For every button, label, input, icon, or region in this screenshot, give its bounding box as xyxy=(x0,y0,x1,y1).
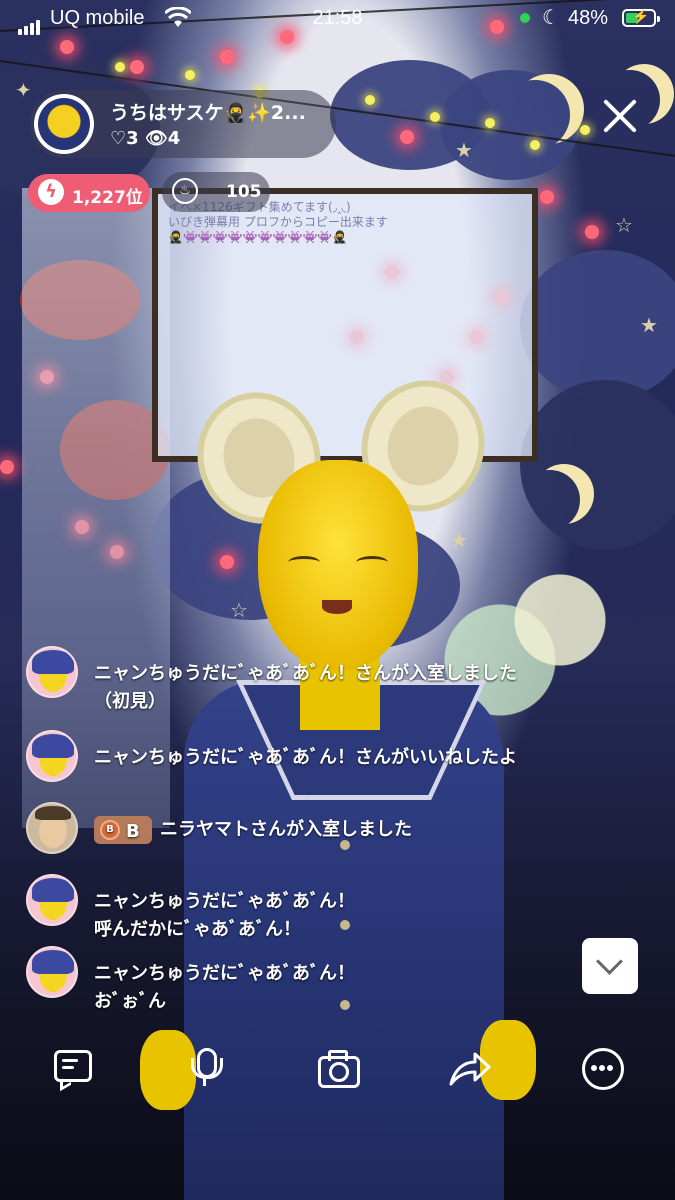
avatar[interactable] xyxy=(26,646,78,698)
avatar[interactable] xyxy=(26,946,78,998)
chat-text: ニラヤマトさんが入室しました xyxy=(160,819,412,840)
host-stats: ♡3 👁4 xyxy=(110,128,180,149)
avatar[interactable] xyxy=(26,874,78,926)
host-avatar[interactable] xyxy=(34,94,94,154)
board-line-2: いびき弾幕用 プロフからコピー出来ます xyxy=(168,215,388,229)
battery-charging-icon: ⚡ xyxy=(622,8,660,27)
like-count: ♡3 xyxy=(110,128,139,149)
chat-text: おﾞぉﾞん xyxy=(94,991,166,1012)
close-button[interactable] xyxy=(600,96,640,136)
microphone-icon[interactable] xyxy=(183,1046,227,1090)
chat-text: ニャンちゅうだにﾞゃあﾞあﾞん！さんが入室しました xyxy=(94,663,517,684)
coin-icon: B xyxy=(100,820,120,840)
flame-icon: ♨ xyxy=(172,178,198,204)
avatar[interactable] xyxy=(26,802,78,854)
badge-letter: B xyxy=(126,821,140,842)
board-line-3: 🥷👾👾👾👾👾👾👾👾👾👾🥷 xyxy=(168,230,348,244)
rank-badge[interactable]: ϟ 1,227位 xyxy=(28,174,150,212)
scroll-down-button[interactable] xyxy=(582,938,638,994)
viewer-count: 👁4 xyxy=(144,128,181,149)
chat-text: （初見） xyxy=(94,691,166,712)
camera-icon[interactable] xyxy=(316,1046,360,1090)
chat-text: ニャンちゅうだにﾞゃあﾞあﾞん！ xyxy=(94,963,355,984)
lightning-icon: ϟ xyxy=(38,179,64,205)
battery-percent: 48% xyxy=(568,7,609,29)
chat-text: 呼んだかにﾞゃあﾞあﾞん！ xyxy=(94,919,301,940)
host-info[interactable]: うちはサスケ🥷✨2... ♡3 👁4 xyxy=(30,90,336,158)
rank-value: 1,227位 xyxy=(72,188,143,208)
points-value: 105 xyxy=(226,182,262,202)
host-name: うちはサスケ🥷✨2... xyxy=(110,102,306,124)
green-dot-icon xyxy=(520,13,530,23)
chat-text: ニャンちゅうだにﾞゃあﾞあﾞん！さんがいいねしたよ xyxy=(94,747,517,768)
share-icon[interactable] xyxy=(447,1046,491,1090)
more-icon[interactable] xyxy=(580,1046,624,1090)
status-bar: UQ mobile 21:58 ☾ 48% ⚡ xyxy=(0,0,675,38)
avatar[interactable] xyxy=(26,730,78,782)
chat-text: ニャンちゅうだにﾞゃあﾞあﾞん！ xyxy=(94,891,355,912)
comment-icon[interactable] xyxy=(50,1046,94,1092)
bronze-badge: B B xyxy=(94,816,152,844)
moon-icon: ☾ xyxy=(542,7,560,29)
points-badge[interactable]: ♨ 105 xyxy=(162,172,270,212)
